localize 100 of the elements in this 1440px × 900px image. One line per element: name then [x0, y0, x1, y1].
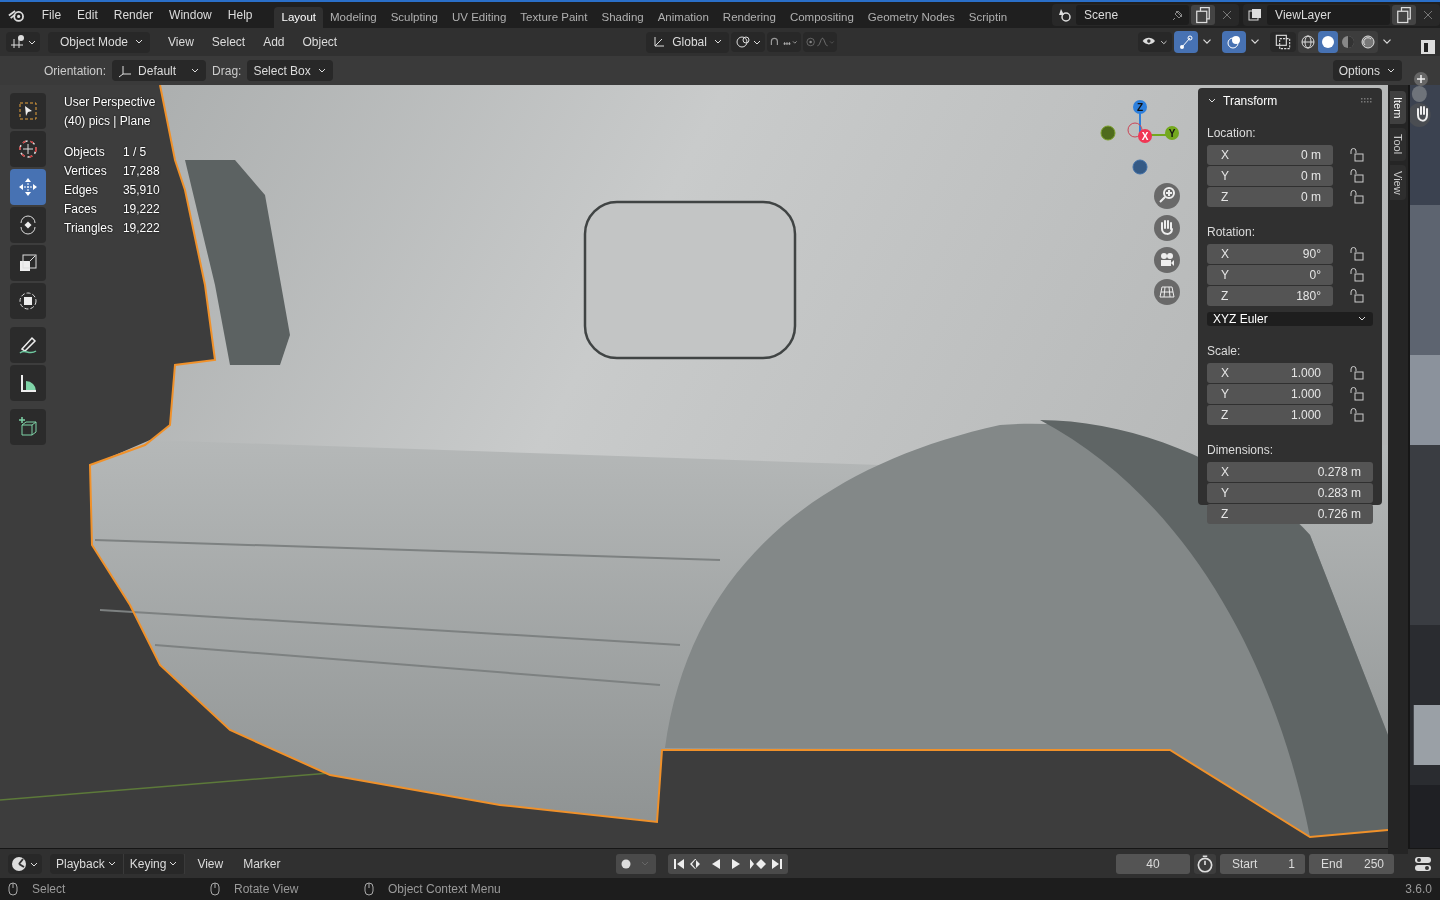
hand-icon[interactable]: [1153, 214, 1181, 242]
menu-dropdown[interactable]: Keying: [123, 853, 186, 874]
overlays-icon: [1227, 35, 1241, 49]
editor-type-icon[interactable]: [6, 32, 40, 52]
menu-item[interactable]: Render: [105, 8, 162, 22]
lock-icon[interactable]: [1349, 387, 1365, 401]
number-field[interactable]: X 1.000: [1207, 363, 1333, 383]
camera-icon[interactable]: [1153, 246, 1181, 274]
solid-sphere-icon: [1321, 35, 1335, 49]
editor-type-icon[interactable]: [8, 853, 42, 874]
axis-gizmo[interactable]: Z X Y: [1100, 95, 1180, 175]
rotation-mode-dropdown[interactable]: XYZ Euler: [1207, 312, 1373, 326]
xray-icon[interactable]: [1270, 32, 1296, 52]
number-field[interactable]: X 0 m: [1207, 145, 1333, 165]
mode-dropdown[interactable]: Object Mode: [48, 31, 150, 53]
orientation-dropdown[interactable]: Global: [646, 31, 729, 53]
number-field[interactable]: Y 0.283 m: [1207, 483, 1373, 503]
tool-button[interactable]: [10, 207, 46, 243]
lock-icon[interactable]: [1349, 408, 1365, 422]
menu-item[interactable]: Select: [203, 35, 254, 49]
menu-item[interactable]: Edit: [69, 8, 106, 22]
lock-icon[interactable]: [1349, 148, 1365, 162]
lock-icon[interactable]: [1349, 289, 1365, 303]
tool-button[interactable]: [10, 409, 46, 445]
tool-button[interactable]: [10, 365, 46, 401]
menu-dropdown[interactable]: Playback: [50, 853, 124, 874]
workspace-tab[interactable]: Sculpting: [383, 7, 445, 28]
duplicate-icon[interactable]: [1392, 5, 1416, 25]
add-icon[interactable]: [1413, 71, 1429, 87]
gizmo-toggle[interactable]: [1174, 31, 1198, 53]
zoom-icon[interactable]: [1153, 182, 1181, 210]
tool-button[interactable]: [10, 327, 46, 363]
tool-button[interactable]: [10, 283, 46, 319]
workspace-tab[interactable]: Rendering: [715, 7, 783, 28]
menu-item[interactable]: Add: [255, 35, 293, 49]
status-hint: Object Context Menu: [388, 882, 501, 896]
blender-logo-icon[interactable]: [8, 7, 26, 23]
workspace-tab[interactable]: UV Editing: [445, 7, 514, 28]
editor-type-icon[interactable]: [1420, 39, 1436, 55]
menu-item[interactable]: Marker: [235, 856, 289, 871]
panel-title[interactable]: Transform: [1223, 94, 1355, 108]
number-field[interactable]: Y 1.000: [1207, 384, 1333, 404]
mouse-icon: [364, 882, 374, 896]
number-field[interactable]: Y 0°: [1207, 265, 1333, 285]
number-field[interactable]: X 0.278 m: [1207, 462, 1373, 482]
number-field[interactable]: Z 0 m: [1207, 187, 1333, 207]
drag-handle-icon[interactable]: [1361, 98, 1373, 104]
menu-item[interactable]: Object: [294, 35, 346, 49]
lock-icon[interactable]: [1349, 169, 1365, 183]
pivot-icon[interactable]: [730, 32, 765, 52]
lock-icon[interactable]: [1349, 190, 1365, 204]
stat-label: Vertices: [64, 163, 108, 179]
snap-icon[interactable]: [766, 32, 801, 52]
end-frame-field[interactable]: End 250: [1309, 853, 1394, 874]
menu-item[interactable]: View: [189, 856, 232, 871]
view-layer-field[interactable]: ViewLayer: [1267, 5, 1390, 25]
stat-label: Triangles: [64, 220, 113, 236]
mouse-icon: [210, 882, 220, 896]
workspace-tab[interactable]: Modeling: [323, 7, 384, 28]
duplicate-icon[interactable]: [1191, 5, 1216, 25]
record-icon[interactable]: [616, 853, 657, 874]
transform-orientation-dropdown[interactable]: Default: [112, 60, 207, 81]
drag-dropdown[interactable]: Select Box: [247, 60, 333, 81]
number-field[interactable]: Z 1.000: [1207, 405, 1333, 425]
grid-icon[interactable]: [1153, 278, 1181, 306]
status-hint: Select: [32, 882, 67, 896]
number-field[interactable]: Y 0 m: [1207, 166, 1333, 186]
start-frame-field[interactable]: Start 1: [1220, 853, 1305, 874]
overlays-toggle[interactable]: [1222, 31, 1246, 53]
options-dropdown[interactable]: Options: [1332, 60, 1402, 81]
workspace-tab[interactable]: Layout: [274, 7, 323, 28]
number-field[interactable]: Z 0.726 m: [1207, 504, 1373, 524]
current-frame-field[interactable]: 40: [1116, 853, 1190, 874]
lock-icon[interactable]: [1349, 366, 1365, 380]
number-field[interactable]: X 90°: [1207, 244, 1333, 264]
menu-item[interactable]: File: [33, 8, 70, 22]
scale-icon: [17, 252, 39, 274]
workspace-tab[interactable]: Animation: [650, 7, 716, 28]
number-field[interactable]: Z 180°: [1207, 286, 1333, 306]
lock-icon[interactable]: [1349, 268, 1365, 282]
workspace-tab[interactable]: Geometry Nodes: [860, 7, 962, 28]
sidebar-tab[interactable]: Tool: [1390, 128, 1406, 161]
toggle-icon[interactable]: [1414, 854, 1432, 873]
lock-icon[interactable]: [1349, 247, 1365, 261]
workspace-tab[interactable]: Scriptin: [961, 7, 1015, 28]
tool-button[interactable]: [10, 245, 46, 281]
sidebar-tab[interactable]: View: [1390, 164, 1406, 201]
sidebar-tab[interactable]: Item: [1390, 91, 1406, 125]
menu-item[interactable]: View: [160, 35, 202, 49]
scene-name-field[interactable]: Scene: [1076, 5, 1190, 25]
workspace-tab[interactable]: Texture Paint: [513, 7, 595, 28]
wireframe-sphere-icon: [1301, 35, 1315, 49]
workspace-tab[interactable]: Compositing: [782, 7, 861, 28]
workspace-tab[interactable]: Shading: [594, 7, 651, 28]
playback-controls-icon[interactable]: [668, 853, 789, 874]
visibility-icon[interactable]: [1138, 32, 1172, 52]
stopwatch-icon[interactable]: [1194, 853, 1216, 874]
menu-item[interactable]: Window: [161, 8, 220, 22]
shading-button[interactable]: [1318, 31, 1338, 53]
menu-item[interactable]: Help: [219, 8, 261, 22]
